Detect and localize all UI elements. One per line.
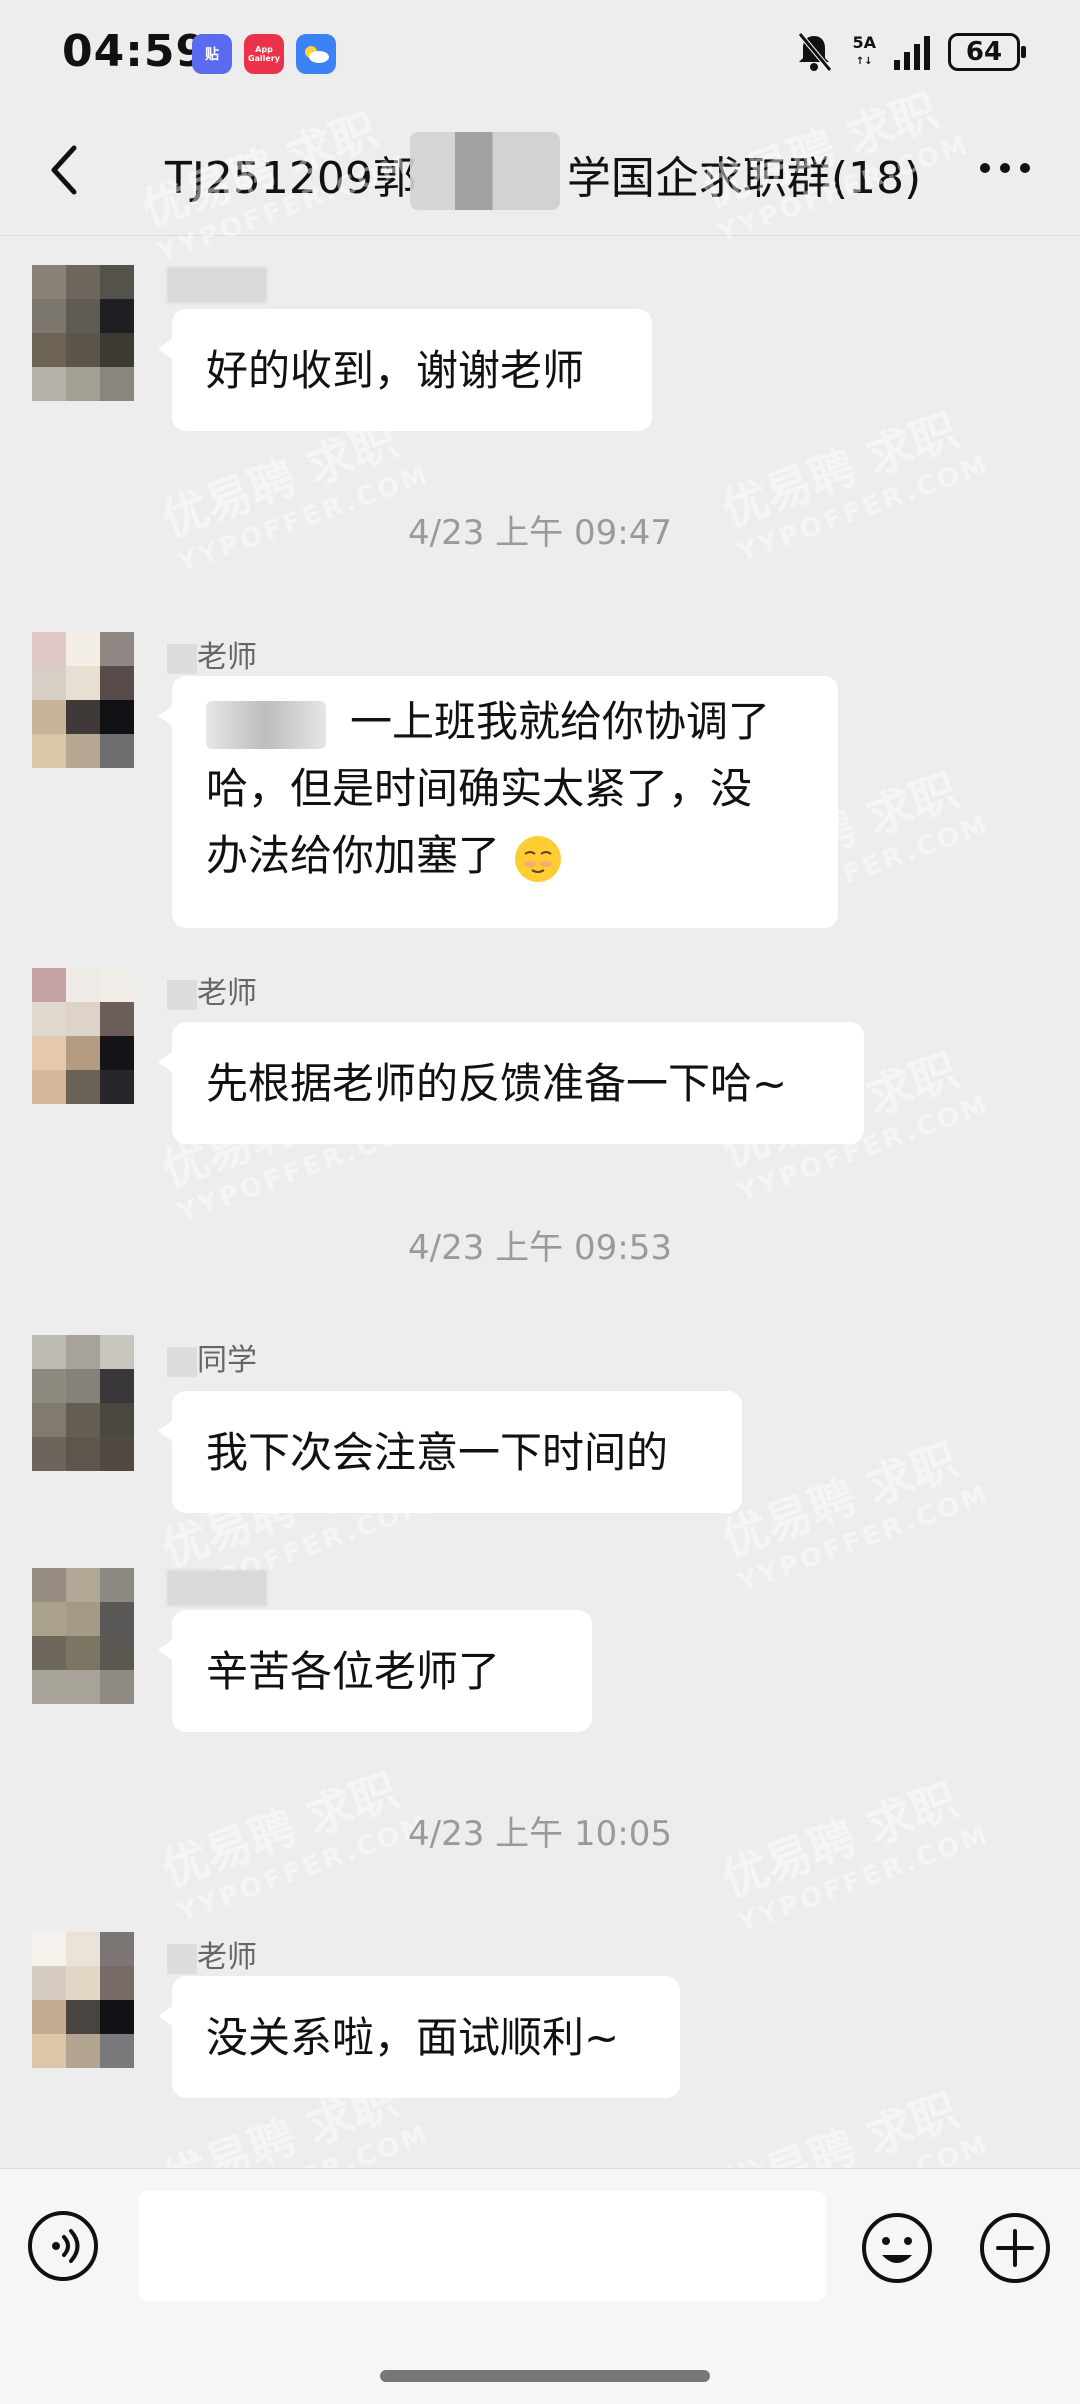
sender-name: 同学 bbox=[167, 1335, 257, 1379]
message-bubble[interactable]: 我下次会注意一下时间的 bbox=[158, 1391, 742, 1513]
emoji-button[interactable] bbox=[860, 2211, 934, 2285]
message-bubble[interactable]: 没关系啦，面试顺利~ bbox=[158, 1976, 680, 2098]
sender-name-blurred bbox=[167, 1570, 267, 1606]
more-options-icon[interactable] bbox=[980, 158, 1040, 178]
status-bar: 04:59 贴 App Gallery 5A ↑↓ 64 bbox=[0, 0, 1080, 110]
avatar[interactable] bbox=[32, 1932, 134, 2068]
sender-name: 老师 bbox=[167, 632, 257, 676]
watermark: 优易聘 求职YYPOFFER.COM bbox=[714, 1432, 994, 1599]
sender-name: 老师 bbox=[167, 968, 257, 1012]
blurred-mention bbox=[206, 700, 326, 749]
status-time: 04:59 bbox=[62, 26, 208, 77]
message-input[interactable] bbox=[138, 2191, 826, 2301]
app-gallery-icon: App Gallery bbox=[244, 34, 284, 74]
avatar[interactable] bbox=[32, 1335, 134, 1471]
silent-bell-icon bbox=[798, 32, 833, 72]
sender-name-blurred bbox=[167, 267, 267, 303]
signal-icon bbox=[894, 34, 930, 70]
voice-input-button[interactable] bbox=[28, 2211, 98, 2281]
message-bubble[interactable]: 好的收到，谢谢老师 bbox=[158, 309, 652, 431]
sender-name: 老师 bbox=[167, 1932, 257, 1976]
message-bubble[interactable]: 先根据老师的反馈准备一下哈~ bbox=[158, 1022, 864, 1144]
message-timestamp: 4/23 上午 09:53 bbox=[408, 1228, 672, 1268]
input-bar bbox=[0, 2168, 1080, 2404]
message-bubble[interactable]: 辛苦各位老师了 bbox=[158, 1610, 592, 1732]
pleading-face-emoji-icon bbox=[515, 835, 562, 882]
weather-icon bbox=[296, 34, 336, 74]
back-arrow-icon[interactable] bbox=[40, 140, 90, 200]
battery-indicator: 64 bbox=[948, 33, 1026, 71]
network-type: 5A ↑↓ bbox=[852, 32, 876, 67]
home-indicator[interactable] bbox=[380, 2370, 710, 2382]
message-timestamp: 4/23 上午 09:47 bbox=[408, 513, 672, 553]
message-bubble[interactable]: 一上班我就给你协调了 哈，但是时间确实太紧了，没 办法给你加塞了 bbox=[158, 676, 838, 928]
avatar[interactable] bbox=[32, 265, 134, 401]
avatar[interactable] bbox=[32, 968, 134, 1104]
chat-header: TJ251209郭 学国企求职群(18) bbox=[0, 110, 1080, 236]
more-functions-button[interactable] bbox=[978, 2211, 1052, 2285]
tieba-icon: 贴 bbox=[192, 34, 232, 74]
blurred-name bbox=[410, 132, 560, 210]
avatar[interactable] bbox=[32, 632, 134, 768]
voice-icon bbox=[52, 2229, 80, 2263]
message-timestamp: 4/23 上午 10:05 bbox=[408, 1814, 672, 1854]
avatar[interactable] bbox=[32, 1568, 134, 1704]
